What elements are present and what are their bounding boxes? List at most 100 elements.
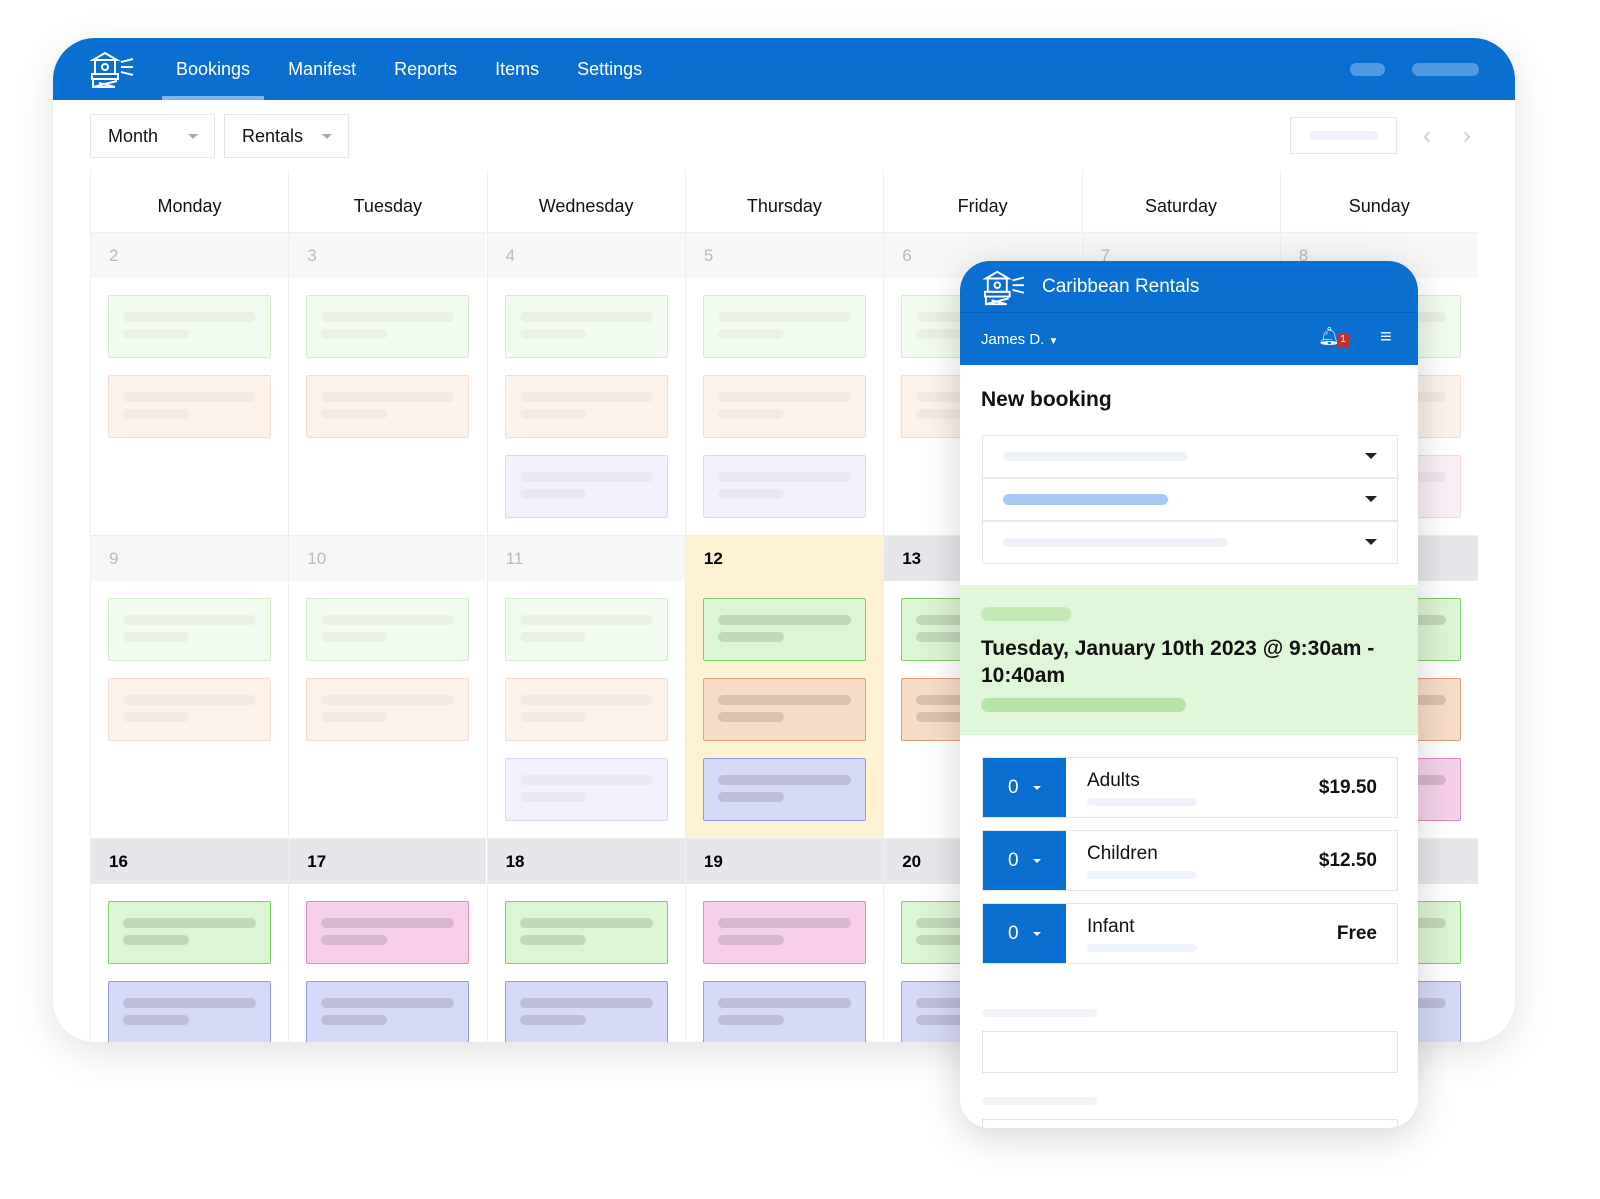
weekday-header: Friday xyxy=(883,170,1081,232)
booking-event-purple[interactable] xyxy=(504,455,668,518)
day-number: 18 xyxy=(487,839,685,884)
lighthouse-logo-icon xyxy=(982,270,1025,306)
lighthouse-logo-icon[interactable] xyxy=(87,50,135,90)
booking-panel: Caribbean Rentals James D. ▼ 🔔︎ 1 ≡ New … xyxy=(960,261,1418,1128)
panel-subheader: James D. ▼ 🔔︎ 1 ≡ xyxy=(960,312,1418,365)
booking-event-orange[interactable] xyxy=(306,375,470,438)
booking-event-green[interactable] xyxy=(306,295,470,358)
hamburger-menu-icon[interactable]: ≡ xyxy=(1380,326,1392,349)
booking-event-pink[interactable] xyxy=(306,901,470,964)
quantity-select[interactable]: 0 xyxy=(983,831,1066,890)
caret-down-icon xyxy=(188,134,198,144)
category-select[interactable]: Rentals xyxy=(224,114,349,158)
booking-event-purple[interactable] xyxy=(306,981,470,1042)
quantity-select[interactable]: 0 xyxy=(983,904,1066,963)
dropdown-1[interactable] xyxy=(982,435,1398,478)
caret-down-icon xyxy=(322,134,332,144)
quantity-select[interactable]: 0 xyxy=(983,758,1066,817)
header-button-placeholder[interactable] xyxy=(1350,63,1385,76)
ticket-row-children: 0 Children $12.50 xyxy=(982,830,1398,891)
booking-event-orange[interactable] xyxy=(306,678,470,741)
panel-title: New booking xyxy=(981,388,1112,411)
weekday-header: Thursday xyxy=(684,170,883,232)
calendar-day[interactable]: 19 xyxy=(684,838,883,1042)
view-select[interactable]: Month xyxy=(90,114,215,158)
nav-items[interactable]: Items xyxy=(476,38,558,100)
ticket-price: $19.50 xyxy=(1318,777,1377,798)
dropdown-3[interactable] xyxy=(982,521,1398,564)
day-number: 16 xyxy=(91,839,288,884)
calendar-day[interactable]: 16 xyxy=(90,838,288,1042)
header-account-placeholder[interactable] xyxy=(1412,63,1479,76)
dropdown-2[interactable] xyxy=(982,478,1398,521)
day-number: 10 xyxy=(289,536,487,581)
day-number: 9 xyxy=(91,536,288,581)
selected-slot: Tuesday, January 10th 2023 @ 9:30am - 10… xyxy=(960,585,1418,735)
user-name: James D. xyxy=(981,331,1045,348)
day-number: 5 xyxy=(685,233,883,278)
calendar-day[interactable]: 2 xyxy=(90,232,288,535)
brand-name: Caribbean Rentals xyxy=(1042,276,1200,297)
booking-event-green[interactable] xyxy=(108,598,271,661)
booking-event-orange[interactable] xyxy=(108,678,271,741)
text-input[interactable] xyxy=(982,1031,1398,1073)
booking-event-green[interactable] xyxy=(108,901,271,964)
ticket-price: $12.50 xyxy=(1318,850,1377,871)
weekday-header: Monday xyxy=(90,170,288,232)
ticket-row-infant: 0 Infant Free xyxy=(982,903,1398,964)
booking-event-green[interactable] xyxy=(504,295,668,358)
booking-event-green[interactable] xyxy=(504,598,668,661)
booking-event-green[interactable] xyxy=(504,901,668,964)
booking-event-pink[interactable] xyxy=(702,901,866,964)
ticket-name: Infant xyxy=(1087,916,1135,937)
user-menu[interactable]: James D. ▼ xyxy=(981,331,1058,348)
calendar-day[interactable]: 12 xyxy=(684,535,883,838)
calendar-day[interactable]: 17 xyxy=(288,838,487,1042)
booking-event-green[interactable] xyxy=(702,598,866,661)
calendar-day[interactable]: 10 xyxy=(288,535,487,838)
day-number: 11 xyxy=(487,536,685,581)
ticket-name: Adults xyxy=(1087,770,1140,791)
nav-manifest[interactable]: Manifest xyxy=(269,38,375,100)
booking-event-purple[interactable] xyxy=(504,981,668,1042)
booking-event-purple[interactable] xyxy=(702,981,866,1042)
booking-event-orange[interactable] xyxy=(504,375,668,438)
calendar-day[interactable]: 11 xyxy=(486,535,685,838)
slot-datetime: Tuesday, January 10th 2023 @ 9:30am - 10… xyxy=(981,637,1375,687)
booking-event-green[interactable] xyxy=(306,598,470,661)
booking-event-purple[interactable] xyxy=(702,758,866,821)
ticket-price: Free xyxy=(1336,923,1377,944)
next-arrow-icon[interactable]: › xyxy=(1463,122,1471,150)
nav-reports[interactable]: Reports xyxy=(375,38,476,100)
weekday-header: Tuesday xyxy=(288,170,486,232)
prev-arrow-icon[interactable]: ‹ xyxy=(1423,122,1431,150)
booking-event-purple[interactable] xyxy=(504,758,668,821)
today-button[interactable] xyxy=(1290,117,1397,154)
booking-event-orange[interactable] xyxy=(108,375,271,438)
booking-event-orange[interactable] xyxy=(504,678,668,741)
calendar-day[interactable]: 5 xyxy=(684,232,883,535)
booking-event-purple[interactable] xyxy=(702,455,866,518)
nav-bookings[interactable]: Bookings xyxy=(157,38,269,100)
category-select-value: Rentals xyxy=(242,126,304,146)
calendar-day[interactable]: 4 xyxy=(486,232,685,535)
nav-settings[interactable]: Settings xyxy=(558,38,661,100)
booking-event-orange[interactable] xyxy=(702,375,866,438)
weekday-header: Wednesday xyxy=(486,170,685,232)
booking-event-green[interactable] xyxy=(702,295,866,358)
booking-event-green[interactable] xyxy=(108,295,271,358)
ticket-name: Children xyxy=(1087,843,1158,864)
booking-event-purple[interactable] xyxy=(108,981,271,1042)
day-number: 12 xyxy=(703,549,723,568)
notification-badge: 1 xyxy=(1337,333,1349,347)
caret-down-icon: ▼ xyxy=(1048,336,1059,347)
day-number: 4 xyxy=(487,233,685,278)
calendar-day[interactable]: 9 xyxy=(90,535,288,838)
day-number: 19 xyxy=(685,839,883,884)
calendar-day[interactable]: 3 xyxy=(288,232,487,535)
calendar-day[interactable]: 18 xyxy=(486,838,685,1042)
text-input-2[interactable] xyxy=(982,1119,1398,1128)
caret-down-icon xyxy=(1365,453,1377,465)
ticket-row-adults: 0 Adults $19.50 xyxy=(982,757,1398,818)
booking-event-orange[interactable] xyxy=(702,678,866,741)
